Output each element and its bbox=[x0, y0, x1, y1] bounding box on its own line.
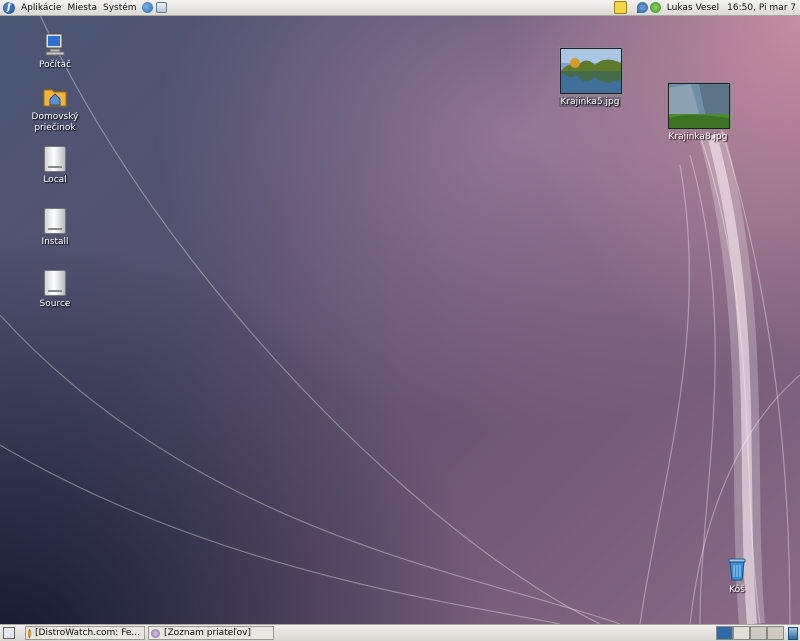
desktop-icon-install[interactable]: Install bbox=[15, 208, 95, 248]
clock[interactable]: 16:50, Pi mar 7 bbox=[727, 3, 796, 13]
home-folder-icon bbox=[42, 83, 68, 109]
desktop[interactable]: Počítač Domovský priečinok Local Install… bbox=[0, 15, 800, 624]
trash-applet-icon[interactable] bbox=[788, 626, 798, 640]
pidgin-icon bbox=[151, 628, 160, 638]
desktop-icon-home-folder[interactable]: Domovský priečinok bbox=[15, 83, 95, 134]
workspace-3[interactable] bbox=[750, 626, 767, 640]
network-icon[interactable] bbox=[636, 2, 648, 13]
messenger-icon[interactable] bbox=[649, 2, 661, 13]
desktop-icon-trash[interactable]: Kôš bbox=[697, 556, 777, 596]
workspace-2[interactable] bbox=[733, 626, 750, 640]
task-label: [Zoznam priateľov] bbox=[164, 628, 251, 638]
bottom-panel: [DistroWatch.com: Fe... [Zoznam priateľo… bbox=[0, 624, 800, 641]
top-panel: f Aplikácie Miesta Systém Lukas Vesel 16… bbox=[0, 0, 800, 16]
desktop-icon-label: Install bbox=[41, 237, 69, 247]
desktop-icon-computer[interactable]: Počítač bbox=[15, 31, 95, 71]
drive-icon bbox=[42, 270, 68, 296]
image-thumbnail bbox=[560, 48, 622, 94]
desktop-icon-source[interactable]: Source bbox=[15, 270, 95, 310]
workspace-1[interactable] bbox=[716, 626, 733, 640]
fedora-logo-icon[interactable]: f bbox=[3, 1, 15, 14]
drive-icon bbox=[42, 208, 68, 234]
desktop-icon-local[interactable]: Local bbox=[15, 146, 95, 186]
task-label: [DistroWatch.com: Fe... bbox=[35, 628, 140, 638]
file-label: Krajinka5.jpg bbox=[558, 97, 622, 107]
mail-client-icon[interactable] bbox=[155, 2, 167, 13]
notes-icon[interactable] bbox=[613, 1, 627, 14]
desktop-icon-label: Source bbox=[39, 299, 71, 309]
menu-applications[interactable]: Aplikácie bbox=[21, 3, 61, 13]
desktop-icon-label: Počítač bbox=[38, 60, 72, 70]
desktop-file-krajinka5[interactable]: Krajinka5.jpg bbox=[550, 48, 630, 110]
computer-icon bbox=[42, 31, 68, 57]
taskbar-item-browser[interactable]: [DistroWatch.com: Fe... bbox=[25, 626, 145, 640]
desktop-icon-label: Domovský priečinok bbox=[31, 112, 79, 133]
desktop-icon-label: Kôš bbox=[729, 585, 745, 595]
trash-icon bbox=[724, 556, 750, 582]
drive-icon bbox=[42, 146, 68, 172]
menu-system[interactable]: Systém bbox=[103, 3, 137, 13]
desktop-icon-label: Local bbox=[43, 175, 67, 185]
image-thumbnail bbox=[668, 83, 730, 129]
workspace-4[interactable] bbox=[767, 626, 784, 640]
desktop-file-krajinka8[interactable]: Krajinka8.jpg bbox=[658, 83, 738, 145]
taskbar-item-buddy-list[interactable]: [Zoznam priateľov] bbox=[148, 626, 274, 640]
show-desktop-icon[interactable] bbox=[3, 627, 15, 639]
firefox-icon bbox=[28, 628, 32, 638]
menu-places[interactable]: Miesta bbox=[67, 3, 97, 13]
web-browser-icon[interactable] bbox=[141, 2, 153, 13]
user-name[interactable]: Lukas Vesel bbox=[667, 3, 719, 13]
file-label: Krajinka8.jpg bbox=[668, 132, 728, 142]
